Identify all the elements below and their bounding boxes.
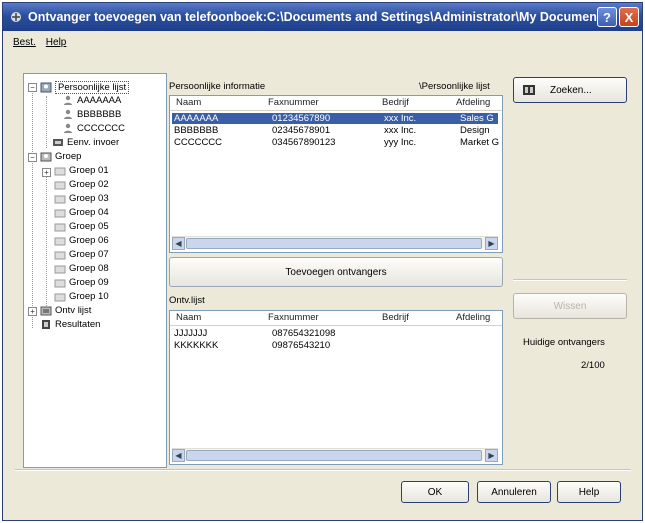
folder-group-icon bbox=[54, 251, 66, 260]
menu-file[interactable]: Best. bbox=[13, 37, 36, 48]
tree-contact-b[interactable]: BBBBBBB bbox=[62, 109, 121, 120]
separator bbox=[15, 469, 631, 471]
list-header: Naam Faxnummer Bedrijf Afdeling bbox=[170, 311, 502, 326]
expand-icon[interactable]: + bbox=[28, 307, 37, 316]
separator bbox=[513, 279, 627, 281]
expand-icon[interactable]: + bbox=[42, 168, 51, 177]
recipient-list[interactable]: Naam Faxnummer Bedrijf Afdeling JJJJJJJ … bbox=[169, 310, 503, 465]
folder-group-icon bbox=[54, 293, 66, 302]
column-fax[interactable]: Faxnummer bbox=[268, 97, 319, 108]
table-row[interactable]: CCCCCCC 034567890123 yyy Inc. Market G bbox=[172, 137, 499, 148]
menu-help[interactable]: Help bbox=[46, 37, 67, 48]
tree-group-06[interactable]: Groep 06 bbox=[54, 235, 109, 246]
add-recipients-button[interactable]: Toevoegen ontvangers bbox=[169, 257, 503, 287]
column-company[interactable]: Bedrijf bbox=[382, 312, 409, 323]
help-button[interactable]: Help bbox=[557, 481, 621, 503]
list-header: Naam Faxnummer Bedrijf Afdeling bbox=[170, 96, 502, 111]
column-name[interactable]: Naam bbox=[176, 97, 201, 108]
tree-personal-list[interactable]: Persoonlijke lijst bbox=[40, 81, 130, 94]
delete-button[interactable]: Wissen bbox=[513, 293, 627, 319]
tree-recipient-list[interactable]: Ontv lijst bbox=[40, 305, 91, 316]
scroll-right-icon[interactable]: ▶ bbox=[485, 449, 498, 462]
tree-single-input[interactable]: Eenv. invoer bbox=[52, 137, 119, 148]
column-company[interactable]: Bedrijf bbox=[382, 97, 409, 108]
scroll-thumb[interactable] bbox=[186, 238, 482, 249]
current-recipients-label: Huidige ontvangers bbox=[523, 337, 605, 348]
folder-group-icon bbox=[54, 265, 66, 274]
window-title: Ontvanger toevoegen van telefoonboek:C:\… bbox=[28, 10, 598, 24]
tree-results[interactable]: Resultaten bbox=[40, 319, 100, 330]
collapse-icon[interactable]: − bbox=[28, 153, 37, 162]
tree-group-05[interactable]: Groep 05 bbox=[54, 221, 109, 232]
personal-info-list[interactable]: Naam Faxnummer Bedrijf Afdeling AAAAAAA … bbox=[169, 95, 503, 253]
card-icon bbox=[53, 139, 63, 146]
tree-group[interactable]: Groep bbox=[40, 151, 81, 162]
recipient-list-icon bbox=[40, 306, 52, 316]
tree-group-10[interactable]: Groep 10 bbox=[54, 291, 109, 302]
folder-group-icon bbox=[54, 223, 66, 232]
folder-group-icon bbox=[54, 279, 66, 288]
horizontal-scrollbar[interactable]: ◀ ▶ bbox=[172, 236, 498, 250]
tree-group-03[interactable]: Groep 03 bbox=[54, 193, 109, 204]
table-row[interactable]: AAAAAAA 01234567890 xxx Inc. Sales G bbox=[172, 113, 498, 124]
column-name[interactable]: Naam bbox=[176, 312, 201, 323]
table-row[interactable]: KKKKKKK 09876543210 bbox=[172, 340, 498, 351]
tree-group-04[interactable]: Groep 04 bbox=[54, 207, 109, 218]
menu-bar: Best. Help bbox=[3, 33, 642, 51]
column-department[interactable]: Afdeling bbox=[456, 312, 490, 323]
personal-info-label: Persoonlijke informatie bbox=[169, 81, 266, 92]
current-recipients-count: 2/100 bbox=[581, 360, 605, 371]
folder-group-icon bbox=[54, 167, 66, 176]
folder-group-icon bbox=[54, 237, 66, 246]
scroll-right-icon[interactable]: ▶ bbox=[485, 237, 498, 250]
scroll-left-icon[interactable]: ◀ bbox=[172, 237, 185, 250]
column-fax[interactable]: Faxnummer bbox=[268, 312, 319, 323]
folder-group-icon bbox=[54, 209, 66, 218]
title-bar: Ontvanger toevoegen van telefoonboek:C:\… bbox=[3, 3, 642, 31]
recipient-list-label: Ontv.lijst bbox=[169, 295, 205, 306]
help-title-button[interactable]: ? bbox=[597, 7, 617, 27]
close-button[interactable]: X bbox=[619, 7, 639, 27]
person-icon bbox=[64, 109, 72, 119]
app-icon bbox=[11, 12, 21, 22]
tree-group-08[interactable]: Groep 08 bbox=[54, 263, 109, 274]
tree-group-02[interactable]: Groep 02 bbox=[54, 179, 109, 190]
table-row[interactable]: BBBBBBB 02345678901 xxx Inc. Design bbox=[172, 125, 498, 136]
ok-button[interactable]: OK bbox=[401, 481, 469, 503]
personal-list-path: \Persoonlijke lijst bbox=[419, 81, 490, 92]
results-icon bbox=[42, 320, 50, 329]
scroll-thumb[interactable] bbox=[186, 450, 482, 461]
collapse-icon[interactable]: − bbox=[28, 83, 37, 92]
tree-contact-c[interactable]: CCCCCCC bbox=[62, 123, 125, 134]
person-icon bbox=[64, 123, 72, 133]
cancel-button[interactable]: Annuleren bbox=[477, 481, 551, 503]
scroll-left-icon[interactable]: ◀ bbox=[172, 449, 185, 462]
folder-group-icon bbox=[54, 181, 66, 190]
table-row[interactable]: JJJJJJJ 087654321098 bbox=[172, 328, 498, 339]
dialog-window: Ontvanger toevoegen van telefoonboek:C:\… bbox=[2, 2, 643, 521]
tree-group-09[interactable]: Groep 09 bbox=[54, 277, 109, 288]
tree-group-07[interactable]: Groep 07 bbox=[54, 249, 109, 260]
phonebook-search-icon bbox=[523, 85, 535, 95]
horizontal-scrollbar[interactable]: ◀ ▶ bbox=[172, 448, 498, 462]
column-department[interactable]: Afdeling bbox=[456, 97, 490, 108]
tree-contact-a[interactable]: AAAAAAA bbox=[62, 95, 121, 106]
folder-group-icon bbox=[54, 195, 66, 204]
address-book-icon bbox=[40, 82, 52, 93]
phonebook-tree[interactable]: − Persoonlijke lijst AAAAAAA BBBBBBB CCC… bbox=[23, 73, 167, 468]
search-button[interactable]: Zoeken... bbox=[513, 77, 627, 103]
person-icon bbox=[64, 95, 72, 105]
group-icon bbox=[40, 152, 52, 162]
tree-group-01[interactable]: Groep 01 bbox=[54, 165, 109, 176]
